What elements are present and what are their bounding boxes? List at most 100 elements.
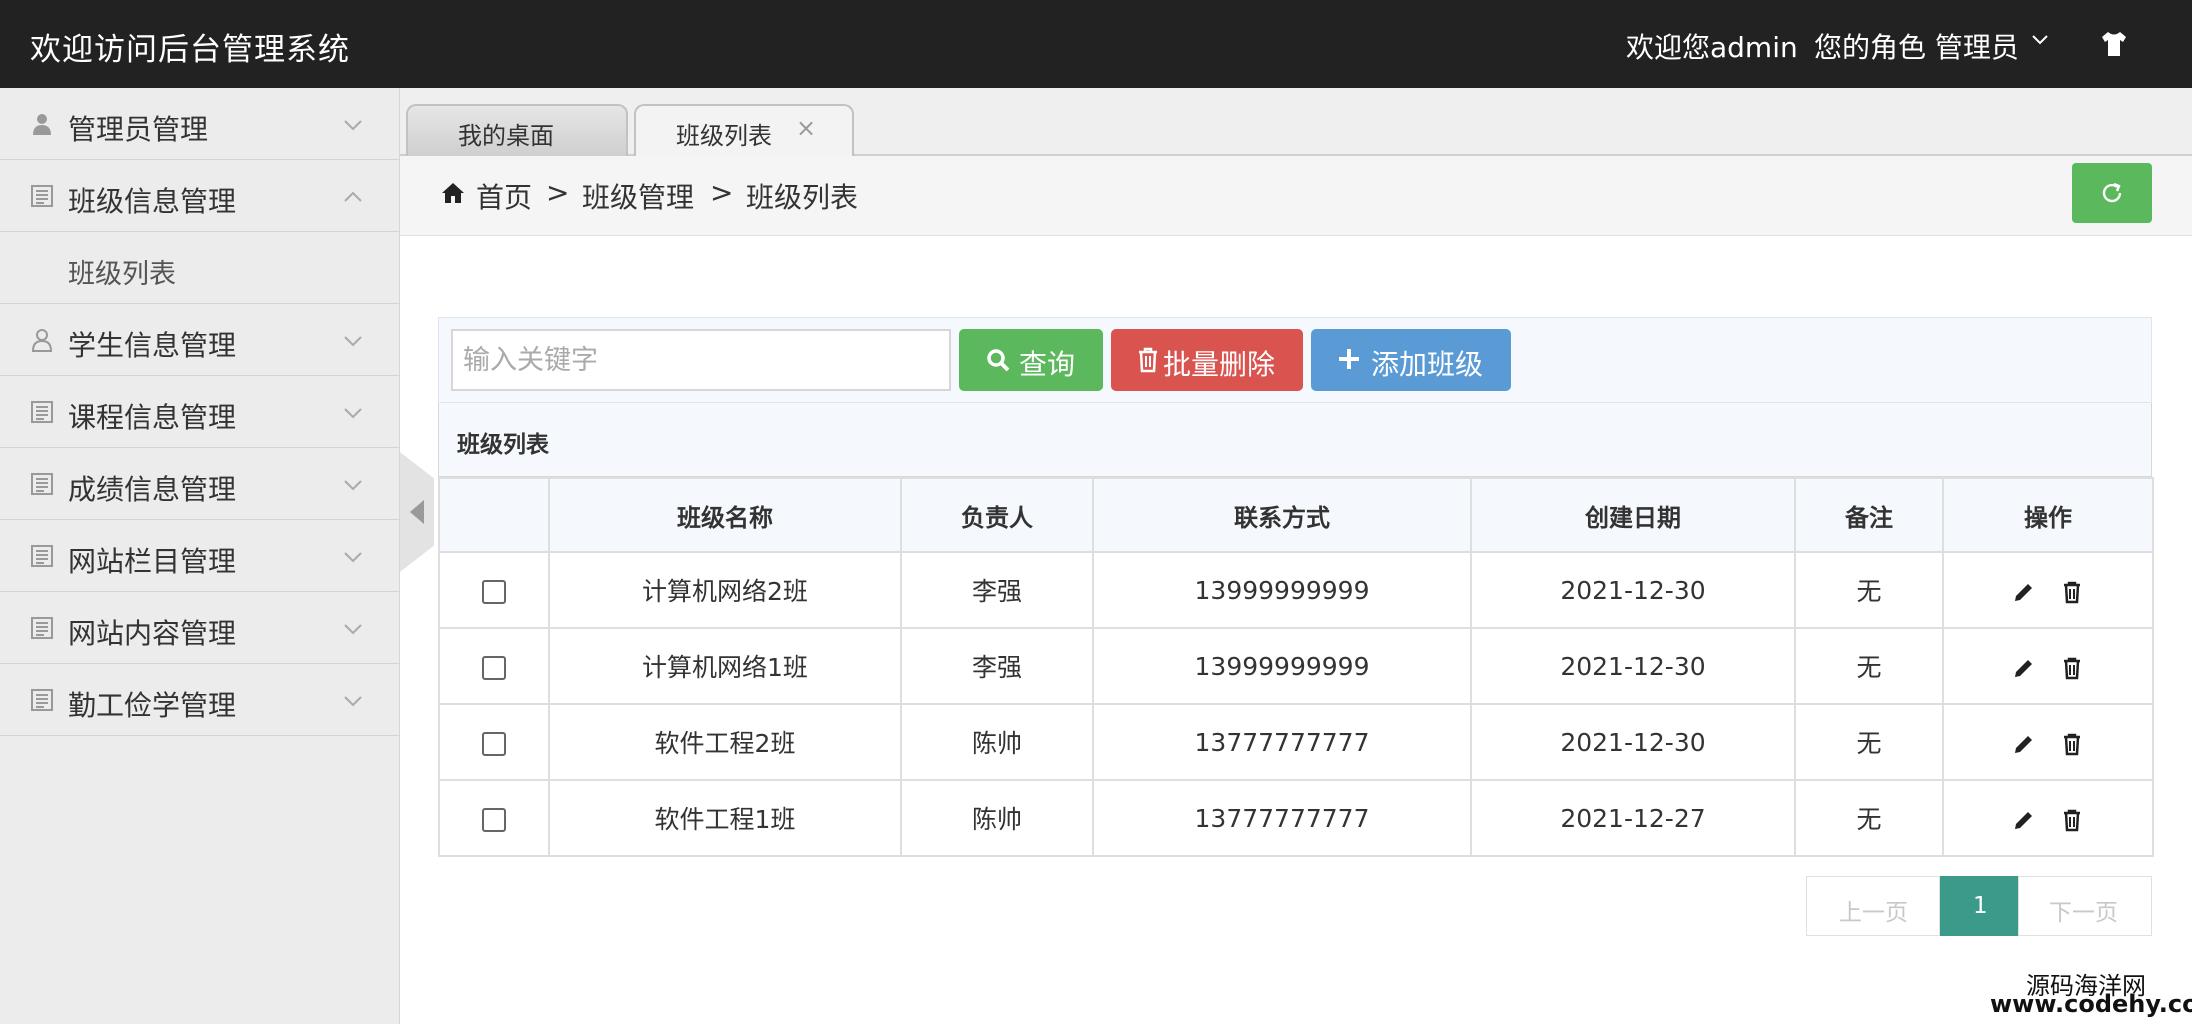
- refresh-button[interactable]: [2072, 163, 2152, 223]
- query-button[interactable]: 查询: [959, 329, 1103, 391]
- cell-class-name: 软件工程1班: [548, 779, 902, 857]
- breadcrumb-separator: >: [710, 176, 734, 209]
- add-class-label: 添加班级: [1371, 348, 1484, 381]
- tab-desktop[interactable]: 我的桌面: [406, 104, 628, 156]
- cell-actions: [1942, 779, 2154, 857]
- row-checkbox[interactable]: [482, 731, 506, 756]
- prev-page-label: 上一页: [1839, 900, 1908, 926]
- row-select-cell: [438, 551, 550, 629]
- cell-date: 2021-12-30: [1470, 627, 1796, 705]
- sidebar-subitem-label: 班级列表: [68, 259, 176, 290]
- column-header: 联系方式: [1092, 477, 1472, 553]
- row-checkbox[interactable]: [482, 807, 506, 832]
- sidebar-item-student[interactable]: 学生信息管理: [0, 304, 400, 376]
- document-icon: [31, 617, 53, 639]
- cell-owner: 陈帅: [900, 703, 1094, 781]
- batch-delete-button[interactable]: 批量删除: [1111, 329, 1303, 391]
- edit-pencil-icon[interactable]: [2012, 580, 2036, 604]
- tab-label: 我的桌面: [458, 122, 554, 150]
- welcome-text: 欢迎您admin: [1626, 31, 1798, 64]
- row-checkbox[interactable]: [482, 579, 506, 604]
- sidebar-item-label: 网站内容管理: [68, 617, 237, 650]
- edit-pencil-icon[interactable]: [2012, 808, 2036, 832]
- sidebar-subitem-class-list[interactable]: 班级列表: [0, 232, 400, 304]
- breadcrumb-class-manage[interactable]: 班级管理: [582, 176, 694, 216]
- search-icon: [987, 349, 1010, 372]
- tab-label: 班级列表: [676, 122, 772, 150]
- breadcrumb: 首页 > 班级管理 > 班级列表: [400, 156, 2192, 236]
- sidebar-item-workstudy[interactable]: 勤工俭学管理: [0, 664, 400, 736]
- chevron-down-icon: [344, 696, 362, 707]
- cell-date: 2021-12-30: [1470, 703, 1796, 781]
- table-title: 班级列表: [457, 432, 549, 458]
- delete-trash-icon[interactable]: [2060, 656, 2084, 680]
- delete-trash-icon[interactable]: [2060, 580, 2084, 604]
- sidebar-item-class[interactable]: 班级信息管理: [0, 160, 400, 232]
- chevron-down-icon: [344, 408, 362, 419]
- role-dropdown[interactable]: 您的角色 管理员: [1814, 26, 2019, 66]
- chevron-down-icon: [344, 120, 362, 131]
- sidebar-item-content[interactable]: 网站内容管理: [0, 592, 400, 664]
- cell-date: 2021-12-30: [1470, 551, 1796, 629]
- column-header-checkbox: [438, 477, 550, 553]
- cell-phone: 13777777777: [1092, 703, 1472, 781]
- chevron-down-icon: [344, 336, 362, 347]
- chevron-down-icon[interactable]: [2030, 30, 2050, 50]
- table-row: 计算机网络2班 李强 13999999999 2021-12-30 无: [438, 551, 2154, 629]
- table-row: 软件工程1班 陈帅 13777777777 2021-12-27 无: [438, 779, 2154, 857]
- table-row: 软件工程2班 陈帅 13777777777 2021-12-30 无: [438, 703, 2154, 781]
- sidebar-item-label: 班级信息管理: [68, 185, 237, 218]
- sidebar-item-label: 课程信息管理: [68, 401, 237, 434]
- home-icon: [442, 183, 464, 203]
- cell-class-name: 计算机网络1班: [548, 627, 902, 705]
- table-title-bar: 班级列表: [438, 403, 2152, 477]
- cell-actions: [1942, 627, 2154, 705]
- query-button-label: 查询: [1019, 348, 1076, 381]
- tab-class-list[interactable]: 班级列表 ×: [634, 104, 854, 156]
- trash-icon: [1139, 347, 1157, 373]
- top-navbar: 欢迎访问后台管理系统 欢迎您admin 您的角色 管理员: [0, 0, 2192, 88]
- cell-note: 无: [1794, 703, 1944, 781]
- next-page-button[interactable]: 下一页: [2018, 876, 2152, 936]
- next-page-label: 下一页: [2049, 900, 2118, 926]
- theme-shirt-icon[interactable]: [2098, 28, 2130, 60]
- sidebar: 管理员管理 班级信息管理 班级列表 学生信息管理 课程信息管理 成绩信息管理 网…: [0, 88, 400, 1024]
- sidebar-item-course[interactable]: 课程信息管理: [0, 376, 400, 448]
- cell-date: 2021-12-27: [1470, 779, 1796, 857]
- chevron-down-icon: [344, 624, 362, 635]
- prev-page-button[interactable]: 上一页: [1806, 876, 1940, 936]
- edit-pencil-icon[interactable]: [2012, 732, 2036, 756]
- chevron-down-icon: [344, 480, 362, 491]
- column-header: 负责人: [900, 477, 1094, 553]
- app-title: 欢迎访问后台管理系统: [30, 32, 350, 68]
- document-icon: [31, 401, 53, 423]
- sidebar-item-label: 网站栏目管理: [68, 545, 237, 578]
- document-icon: [31, 473, 53, 495]
- plus-icon: [1339, 349, 1359, 369]
- delete-trash-icon[interactable]: [2060, 732, 2084, 756]
- search-input[interactable]: [451, 329, 951, 391]
- delete-trash-icon[interactable]: [2060, 808, 2084, 832]
- close-icon[interactable]: ×: [796, 114, 816, 142]
- watermark-url: www.codehy.com: [1990, 990, 2192, 1018]
- page-1-button[interactable]: 1: [1940, 876, 2018, 936]
- row-select-cell: [438, 627, 550, 705]
- column-header: 创建日期: [1470, 477, 1796, 553]
- sidebar-item-score[interactable]: 成绩信息管理: [0, 448, 400, 520]
- chevron-up-icon: [344, 191, 362, 202]
- cell-note: 无: [1794, 627, 1944, 705]
- user-icon: [33, 114, 51, 135]
- breadcrumb-home[interactable]: 首页: [476, 176, 532, 216]
- sidebar-item-label: 管理员管理: [68, 113, 209, 146]
- row-checkbox[interactable]: [482, 655, 506, 680]
- refresh-icon: [2102, 182, 2122, 203]
- add-class-button[interactable]: 添加班级: [1311, 329, 1511, 391]
- breadcrumb-separator: >: [546, 176, 570, 209]
- class-table: 班级名称 负责人 联系方式 创建日期 备注 操作 计算机网络2班 李强 1399…: [438, 477, 2154, 857]
- table-row: 计算机网络1班 李强 13999999999 2021-12-30 无: [438, 627, 2154, 705]
- sidebar-collapse-handle[interactable]: [400, 452, 434, 572]
- sidebar-item-column[interactable]: 网站栏目管理: [0, 520, 400, 592]
- edit-pencil-icon[interactable]: [2012, 656, 2036, 680]
- sidebar-item-admin[interactable]: 管理员管理: [0, 88, 400, 160]
- cell-class-name: 软件工程2班: [548, 703, 902, 781]
